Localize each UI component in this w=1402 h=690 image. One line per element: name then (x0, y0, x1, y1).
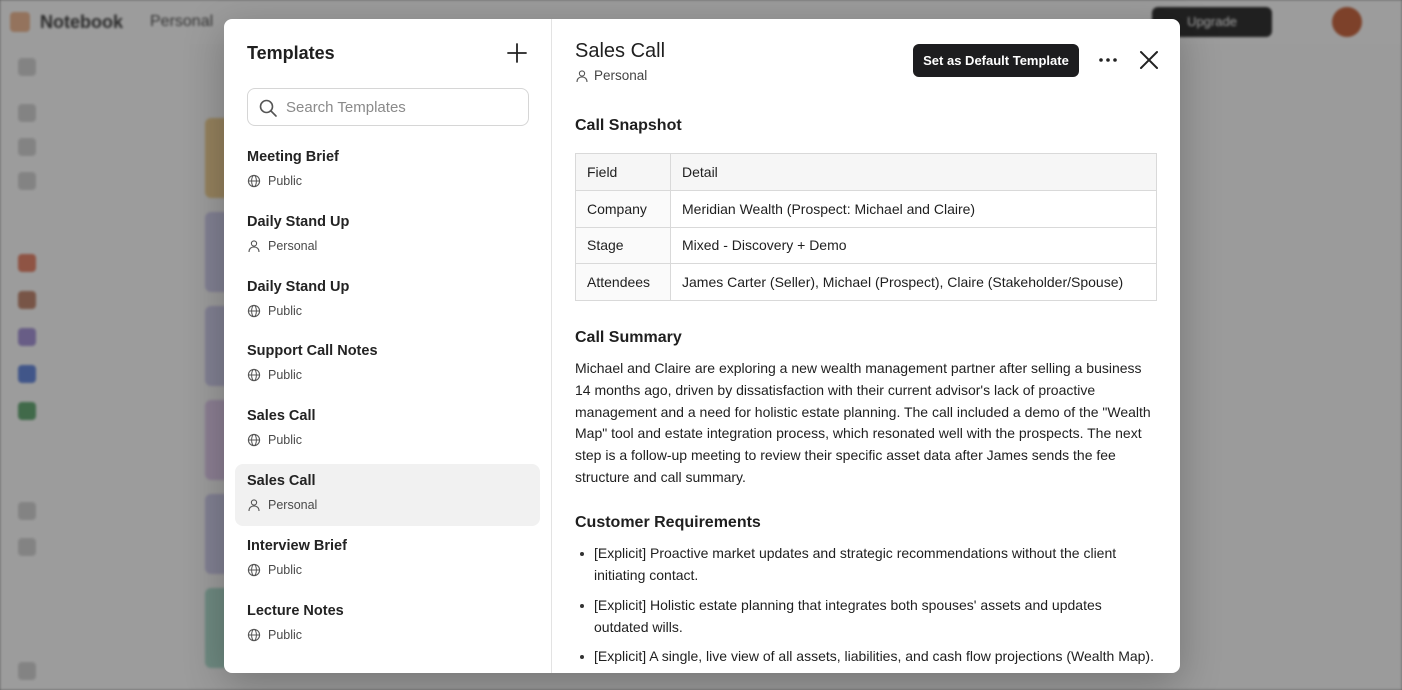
call-summary-heading: Call Summary (575, 329, 682, 347)
template-name: Sales Call (247, 408, 316, 425)
template-title: Sales Call (575, 40, 666, 62)
table-header-cell: Field (575, 153, 671, 191)
template-scope-label: Public (268, 368, 303, 383)
templates-panel: Templates Meeting BriefPublicDaily Stand… (224, 19, 552, 673)
table-header-cell: Detail (670, 153, 1157, 191)
template-scope-label: Personal (268, 497, 318, 512)
template-scope: Personal (575, 68, 647, 83)
template-name: Lecture Notes (247, 602, 344, 619)
template-list: Meeting Brief Public Daily Stand Up Persona… (235, 140, 541, 658)
globe-icon (247, 433, 261, 447)
table-row: Stage Mixed - Discovery + Demo (575, 226, 1157, 265)
template-list-item[interactable]: Meeting Brief Public (235, 140, 540, 202)
template-name: Daily Stand Up (247, 213, 350, 230)
template-content: Call Snapshot Field Detail Company Merid… (575, 117, 1157, 673)
person-icon (576, 69, 588, 82)
table-row: Attendees James Carter (Seller), Michael… (575, 263, 1157, 302)
set-default-template-button[interactable]: Set as Default Template (913, 44, 1079, 77)
template-scope-label: Public (268, 627, 303, 642)
list-item: [Explicit] Proactive market updates and … (580, 543, 1157, 586)
template-list-item[interactable]: Daily Stand Up Personal (235, 205, 540, 267)
table-cell: Mixed - Discovery + Demo (670, 226, 1157, 265)
template-name: Meeting Brief (247, 149, 339, 165)
customer-requirements-heading: Customer Requirements (575, 514, 761, 532)
template-name: Interview Brief (247, 537, 347, 554)
template-scope-label: Public (268, 433, 303, 448)
table-cell: James Carter (Seller), Michael (Prospect… (670, 263, 1157, 302)
call-summary-text: Michael and Claire are exploring a new w… (575, 360, 1151, 485)
call-snapshot-table: Field Detail Company Meridian Wealth (Pr… (575, 153, 1157, 302)
template-list-item[interactable]: Daily Stand Up Public (235, 270, 540, 332)
template-scope-label: Public (268, 174, 303, 188)
template-list-item[interactable]: Support Call Notes Public (235, 334, 540, 396)
template-list-item[interactable]: Sales Call Personal (235, 463, 540, 526)
template-name: Daily Stand Up (247, 278, 350, 295)
template-scope-label: Personal (268, 238, 318, 253)
template-scope: Public (247, 303, 302, 319)
search-input[interactable] (286, 89, 522, 125)
template-scope-label: Public (268, 303, 303, 318)
table-cell: Stage (575, 226, 671, 265)
template-scope: Public (247, 627, 302, 643)
template-list-item[interactable]: Interview Brief Public (235, 529, 540, 591)
template-scope-label: Public (268, 562, 303, 577)
panel-title: Templates (247, 43, 335, 63)
template-scope: Personal (247, 497, 317, 513)
template-scope: Public (247, 562, 302, 578)
globe-icon (247, 368, 261, 382)
list-item: [Explicit] A single, live view of all as… (580, 646, 1157, 668)
template-scope: Public (247, 432, 302, 448)
add-template-icon[interactable] (505, 41, 529, 65)
templates-modal: Templates Meeting BriefPublicDaily Stand… (224, 19, 1180, 673)
search-icon (259, 99, 277, 117)
more-options-icon[interactable] (1096, 48, 1120, 72)
template-list-item[interactable]: Sales Call Public (235, 399, 540, 461)
table-header-row: Field Detail (575, 153, 1157, 191)
template-scope: Public (247, 367, 302, 383)
table-cell: Attendees (575, 263, 671, 302)
table-cell: Company (575, 189, 671, 228)
person-icon (247, 498, 261, 512)
globe-icon (247, 563, 261, 577)
call-snapshot-heading: Call Snapshot (575, 117, 682, 134)
template-list-item[interactable]: Lecture Notes Public (235, 594, 540, 656)
globe-icon (247, 628, 261, 642)
list-item: [Explicit] Holistic estate planning that… (580, 595, 1157, 638)
template-scope: Personal (247, 238, 317, 254)
template-detail: Sales Call Personal Set as Default Templ… (553, 19, 1180, 673)
template-name: Support Call Notes (247, 343, 378, 360)
search-box (247, 88, 529, 126)
table-row: Company Meridian Wealth (Prospect: Micha… (575, 189, 1157, 228)
template-scope-label: Personal (594, 68, 648, 83)
globe-icon (247, 304, 261, 318)
table-cell: Meridian Wealth (Prospect: Michael and C… (670, 189, 1157, 228)
template-name: Sales Call (247, 472, 316, 489)
person-icon (247, 239, 261, 253)
template-scope: Public (247, 173, 302, 189)
customer-requirements-list: [Explicit] Proactive market updates and … (575, 543, 1157, 668)
close-icon[interactable] (1137, 48, 1161, 72)
globe-icon (247, 174, 261, 188)
